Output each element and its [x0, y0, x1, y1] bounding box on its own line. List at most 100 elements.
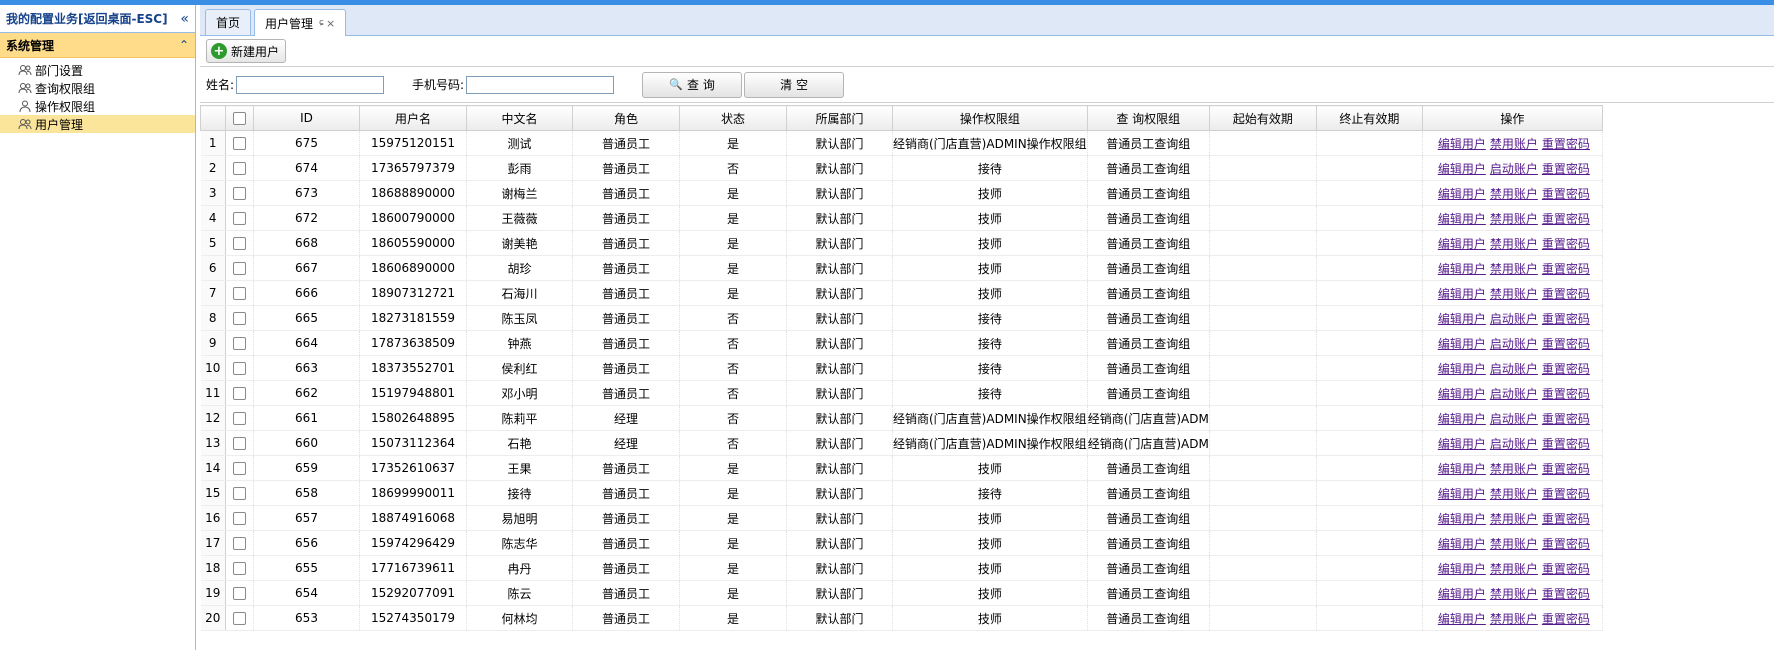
edit-user-link[interactable]: 编辑用户	[1438, 237, 1486, 251]
row-checkbox[interactable]	[233, 187, 246, 200]
row-checkbox[interactable]	[233, 237, 246, 250]
query-button[interactable]: 🔍 查 询	[642, 71, 743, 98]
reset-password-link[interactable]: 重置密码	[1542, 387, 1590, 401]
reset-password-link[interactable]: 重置密码	[1542, 162, 1590, 176]
reset-password-link[interactable]: 重置密码	[1542, 137, 1590, 151]
table-row[interactable]: 1 675 15975120151 测试 普通员工是默认部门 经销商(门店直营)ADMIN…	[200, 130, 1603, 156]
row-checkbox[interactable]	[233, 337, 246, 350]
toggle-account-link[interactable]: 禁用账户	[1490, 262, 1538, 276]
row-checkbox[interactable]	[233, 312, 246, 325]
toggle-account-link[interactable]: 启动账户	[1490, 437, 1538, 451]
column-header[interactable]: 查 询权限组	[1086, 105, 1210, 131]
row-checkbox[interactable]	[233, 562, 246, 575]
reset-password-link[interactable]: 重置密码	[1542, 237, 1590, 251]
edit-user-link[interactable]: 编辑用户	[1438, 162, 1486, 176]
reset-password-link[interactable]: 重置密码	[1542, 337, 1590, 351]
reset-password-link[interactable]: 重置密码	[1542, 412, 1590, 426]
reset-password-link[interactable]: 重置密码	[1542, 562, 1590, 576]
tab-user-management[interactable]: 用户管理 ɕ ×	[254, 9, 347, 36]
table-row[interactable]: 15 658 18699990011 接待 普通员工是默认部门 接待 普通员工查询组 编辑用户…	[200, 480, 1603, 506]
sidebar-item-dept[interactable]: 部门设置	[0, 61, 195, 79]
toggle-account-link[interactable]: 启动账户	[1490, 162, 1538, 176]
select-all-checkbox[interactable]	[233, 112, 246, 125]
row-checkbox[interactable]	[233, 162, 246, 175]
reset-password-link[interactable]: 重置密码	[1542, 362, 1590, 376]
row-checkbox[interactable]	[233, 512, 246, 525]
edit-user-link[interactable]: 编辑用户	[1438, 437, 1486, 451]
sidebar-item-users[interactable]: 用户管理	[0, 115, 195, 133]
clear-button[interactable]: 清 空	[744, 71, 845, 98]
toggle-account-link[interactable]: 禁用账户	[1490, 612, 1538, 626]
edit-user-link[interactable]: 编辑用户	[1438, 412, 1486, 426]
toggle-account-link[interactable]: 禁用账户	[1490, 237, 1538, 251]
column-header[interactable]: 起始有效期	[1208, 105, 1317, 131]
edit-user-link[interactable]: 编辑用户	[1438, 587, 1486, 601]
table-row[interactable]: 7 666 18907312721 石海川 普通员工是默认部门 技师 普通员工查询组 编辑用户…	[200, 280, 1603, 306]
row-checkbox[interactable]	[233, 137, 246, 150]
row-checkbox[interactable]	[233, 437, 246, 450]
toggle-account-link[interactable]: 启动账户	[1490, 362, 1538, 376]
table-row[interactable]: 9 664 17873638509 钟燕 普通员工否默认部门 接待 普通员工查询组 编辑用户启…	[200, 330, 1603, 356]
toggle-account-link[interactable]: 禁用账户	[1490, 587, 1538, 601]
column-header[interactable]: 操作权限组	[892, 105, 1088, 131]
column-header[interactable]: ID	[253, 105, 360, 131]
row-checkbox[interactable]	[233, 412, 246, 425]
toggle-account-link[interactable]: 启动账户	[1490, 337, 1538, 351]
refresh-icon[interactable]: ɕ	[319, 18, 324, 28]
edit-user-link[interactable]: 编辑用户	[1438, 512, 1486, 526]
table-row[interactable]: 4 672 18600790000 王薇薇 普通员工是默认部门 技师 普通员工查询组 编辑用户…	[200, 205, 1603, 231]
table-row[interactable]: 18 655 17716739611 冉丹 普通员工是默认部门 技师 普通员工查询组 编辑用户…	[200, 555, 1603, 581]
row-checkbox[interactable]	[233, 612, 246, 625]
close-icon[interactable]: ×	[326, 17, 335, 30]
edit-user-link[interactable]: 编辑用户	[1438, 337, 1486, 351]
reset-password-link[interactable]: 重置密码	[1542, 537, 1590, 551]
reset-password-link[interactable]: 重置密码	[1542, 487, 1590, 501]
toggle-account-link[interactable]: 禁用账户	[1490, 512, 1538, 526]
table-row[interactable]: 2 674 17365797379 彭雨 普通员工否默认部门 接待 普通员工查询组 编辑用户启…	[200, 155, 1603, 181]
table-row[interactable]: 10 663 18373552701 侯利红 普通员工否默认部门 接待 普通员工查询组 编辑用…	[200, 355, 1603, 381]
column-header[interactable]: 中文名	[466, 105, 573, 131]
toggle-account-link[interactable]: 启动账户	[1490, 387, 1538, 401]
chevron-up-icon[interactable]: ⌃	[179, 38, 189, 52]
toggle-account-link[interactable]: 禁用账户	[1490, 187, 1538, 201]
column-header[interactable]: 状态	[679, 105, 787, 131]
reset-password-link[interactable]: 重置密码	[1542, 312, 1590, 326]
group-header-system[interactable]: 系统管理 ⌃	[0, 33, 195, 58]
row-checkbox[interactable]	[233, 487, 246, 500]
table-row[interactable]: 5 668 18605590000 谢美艳 普通员工是默认部门 技师 普通员工查询组 编辑用户…	[200, 230, 1603, 256]
edit-user-link[interactable]: 编辑用户	[1438, 537, 1486, 551]
table-row[interactable]: 19 654 15292077091 陈云 普通员工是默认部门 技师 普通员工查询组 编辑用户…	[200, 580, 1603, 606]
reset-password-link[interactable]: 重置密码	[1542, 262, 1590, 276]
table-row[interactable]: 8 665 18273181559 陈玉凤 普通员工否默认部门 接待 普通员工查询组 编辑用户…	[200, 305, 1603, 331]
edit-user-link[interactable]: 编辑用户	[1438, 387, 1486, 401]
tab-home[interactable]: 首页	[205, 9, 252, 35]
table-row[interactable]: 12 661 15802648895 陈莉平 经理否默认部门 经销商(门店直营)ADMIN…	[200, 405, 1603, 431]
table-row[interactable]: 17 656 15974296429 陈志华 普通员工是默认部门 技师 普通员工查询组 编辑用…	[200, 530, 1603, 556]
name-input[interactable]	[236, 75, 385, 94]
reset-password-link[interactable]: 重置密码	[1542, 187, 1590, 201]
edit-user-link[interactable]: 编辑用户	[1438, 612, 1486, 626]
sidebar-item-op-group[interactable]: 操作权限组	[0, 97, 195, 115]
edit-user-link[interactable]: 编辑用户	[1438, 262, 1486, 276]
toggle-account-link[interactable]: 禁用账户	[1490, 562, 1538, 576]
toggle-account-link[interactable]: 禁用账户	[1490, 487, 1538, 501]
table-row[interactable]: 13 660 15073112364 石艳 经理否默认部门 经销商(门店直营)ADMIN操…	[200, 430, 1603, 456]
sidebar-item-query-group[interactable]: 查询权限组	[0, 79, 195, 97]
row-checkbox[interactable]	[233, 462, 246, 475]
row-checkbox[interactable]	[233, 287, 246, 300]
reset-password-link[interactable]: 重置密码	[1542, 587, 1590, 601]
row-checkbox[interactable]	[233, 387, 246, 400]
table-row[interactable]: 20 653 15274350179 何林均 普通员工是默认部门 技师 普通员工查询组 编辑用…	[200, 605, 1603, 631]
new-user-button[interactable]: + 新建用户	[206, 39, 287, 63]
column-header[interactable]: 角色	[572, 105, 680, 131]
toggle-account-link[interactable]: 启动账户	[1490, 412, 1538, 426]
edit-user-link[interactable]: 编辑用户	[1438, 137, 1486, 151]
table-row[interactable]: 6 667 18606890000 胡珍 普通员工是默认部门 技师 普通员工查询组 编辑用户禁…	[200, 255, 1603, 281]
reset-password-link[interactable]: 重置密码	[1542, 512, 1590, 526]
column-header[interactable]: 所属部门	[786, 105, 893, 131]
reset-password-link[interactable]: 重置密码	[1542, 612, 1590, 626]
column-header[interactable]: 操作	[1421, 105, 1603, 131]
table-row[interactable]: 3 673 18688890000 谢梅兰 普通员工是默认部门 技师 普通员工查询组 编辑用户…	[200, 180, 1603, 206]
table-row[interactable]: 14 659 17352610637 王果 普通员工是默认部门 技师 普通员工查询组 编辑用户…	[200, 455, 1603, 481]
column-header[interactable]: 用户名	[359, 105, 467, 131]
